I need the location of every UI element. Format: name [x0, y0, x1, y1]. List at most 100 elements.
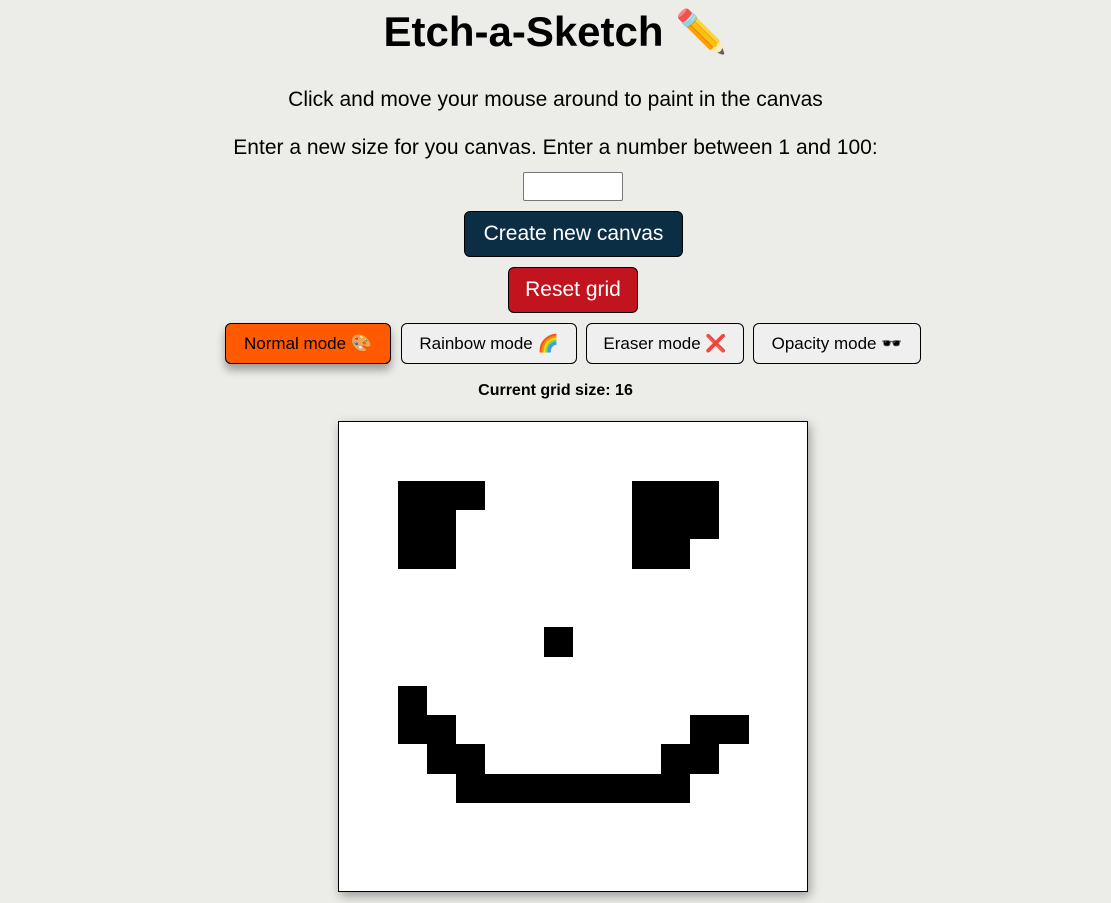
- grid-cell[interactable]: [660, 715, 690, 745]
- grid-cell[interactable]: [777, 422, 807, 452]
- grid-cell[interactable]: [514, 656, 544, 686]
- grid-cell[interactable]: [690, 832, 720, 862]
- grid-cell[interactable]: [368, 627, 398, 657]
- grid-cell[interactable]: [748, 656, 778, 686]
- grid-cell[interactable]: [602, 568, 632, 598]
- grid-cell[interactable]: [397, 685, 427, 716]
- grid-cell[interactable]: [690, 597, 720, 628]
- grid-cell[interactable]: [777, 832, 807, 862]
- grid-cell[interactable]: [719, 509, 749, 540]
- grid-cell[interactable]: [485, 568, 515, 598]
- grid-cell[interactable]: [660, 656, 690, 686]
- grid-cell[interactable]: [719, 744, 749, 774]
- grid-cell[interactable]: [631, 715, 661, 745]
- grid-cell[interactable]: [543, 773, 573, 804]
- grid-cell[interactable]: [690, 803, 720, 833]
- grid-cell[interactable]: [514, 861, 544, 891]
- grid-cell[interactable]: [426, 422, 456, 452]
- grid-cell[interactable]: [748, 744, 778, 774]
- grid-cell[interactable]: [748, 451, 778, 481]
- grid-cell[interactable]: [339, 597, 369, 628]
- grid-cell[interactable]: [514, 832, 544, 862]
- grid-cell[interactable]: [748, 803, 778, 833]
- grid-cell[interactable]: [368, 685, 398, 716]
- grid-cell[interactable]: [543, 422, 573, 452]
- grid-cell[interactable]: [514, 451, 544, 481]
- grid-cell[interactable]: [485, 773, 515, 804]
- grid-cell[interactable]: [339, 627, 369, 657]
- grid-cell[interactable]: [543, 832, 573, 862]
- grid-cell[interactable]: [368, 568, 398, 598]
- grid-cell[interactable]: [485, 627, 515, 657]
- grid-cell[interactable]: [631, 480, 661, 510]
- grid-cell[interactable]: [631, 773, 661, 804]
- grid-cell[interactable]: [777, 803, 807, 833]
- grid-cell[interactable]: [485, 656, 515, 686]
- grid-cell[interactable]: [339, 773, 369, 804]
- grid-cell[interactable]: [748, 715, 778, 745]
- grid-cell[interactable]: [426, 773, 456, 804]
- grid-cell[interactable]: [397, 627, 427, 657]
- grid-cell[interactable]: [397, 509, 427, 540]
- grid-cell[interactable]: [485, 451, 515, 481]
- rainbow-mode-button[interactable]: Rainbow mode 🌈: [401, 323, 577, 364]
- grid-cell[interactable]: [631, 568, 661, 598]
- grid-cell[interactable]: [777, 451, 807, 481]
- grid-cell[interactable]: [456, 539, 486, 569]
- grid-cell[interactable]: [397, 861, 427, 891]
- grid-cell[interactable]: [602, 803, 632, 833]
- grid-cell[interactable]: [602, 597, 632, 628]
- grid-cell[interactable]: [719, 715, 749, 745]
- grid-cell[interactable]: [631, 422, 661, 452]
- grid-cell[interactable]: [456, 832, 486, 862]
- grid-cell[interactable]: [397, 832, 427, 862]
- grid-cell[interactable]: [426, 451, 456, 481]
- grid-cell[interactable]: [660, 861, 690, 891]
- grid-cell[interactable]: [660, 832, 690, 862]
- grid-cell[interactable]: [543, 744, 573, 774]
- grid-cell[interactable]: [426, 539, 456, 569]
- grid-cell[interactable]: [339, 539, 369, 569]
- grid-cell[interactable]: [690, 451, 720, 481]
- grid-cell[interactable]: [660, 422, 690, 452]
- grid-cell[interactable]: [719, 539, 749, 569]
- grid-cell[interactable]: [690, 715, 720, 745]
- grid-cell[interactable]: [573, 627, 603, 657]
- grid-cell[interactable]: [456, 597, 486, 628]
- grid-cell[interactable]: [573, 509, 603, 540]
- grid-cell[interactable]: [514, 744, 544, 774]
- grid-cell[interactable]: [426, 656, 456, 686]
- grid-cell[interactable]: [631, 627, 661, 657]
- grid-cell[interactable]: [573, 685, 603, 716]
- grid-cell[interactable]: [397, 480, 427, 510]
- grid-cell[interactable]: [777, 539, 807, 569]
- grid-cell[interactable]: [631, 832, 661, 862]
- grid-cell[interactable]: [543, 685, 573, 716]
- grid-cell[interactable]: [485, 422, 515, 452]
- grid-cell[interactable]: [748, 832, 778, 862]
- grid-cell[interactable]: [368, 480, 398, 510]
- grid-cell[interactable]: [690, 861, 720, 891]
- grid-cell[interactable]: [339, 832, 369, 862]
- grid-cell[interactable]: [426, 480, 456, 510]
- grid-cell[interactable]: [426, 744, 456, 774]
- grid-cell[interactable]: [690, 627, 720, 657]
- grid-cell[interactable]: [514, 685, 544, 716]
- grid-cell[interactable]: [456, 451, 486, 481]
- grid-cell[interactable]: [777, 744, 807, 774]
- grid-cell[interactable]: [602, 685, 632, 716]
- reset-grid-button[interactable]: Reset grid: [508, 267, 638, 313]
- grid-cell[interactable]: [397, 803, 427, 833]
- grid-cell[interactable]: [485, 539, 515, 569]
- grid-cell[interactable]: [690, 773, 720, 804]
- grid-cell[interactable]: [748, 861, 778, 891]
- grid-cell[interactable]: [719, 568, 749, 598]
- grid-cell[interactable]: [631, 861, 661, 891]
- grid-cell[interactable]: [631, 539, 661, 569]
- grid-cell[interactable]: [339, 685, 369, 716]
- grid-cell[interactable]: [543, 509, 573, 540]
- grid-cell[interactable]: [690, 568, 720, 598]
- grid-cell[interactable]: [397, 744, 427, 774]
- grid-cell[interactable]: [719, 832, 749, 862]
- grid-cell[interactable]: [719, 656, 749, 686]
